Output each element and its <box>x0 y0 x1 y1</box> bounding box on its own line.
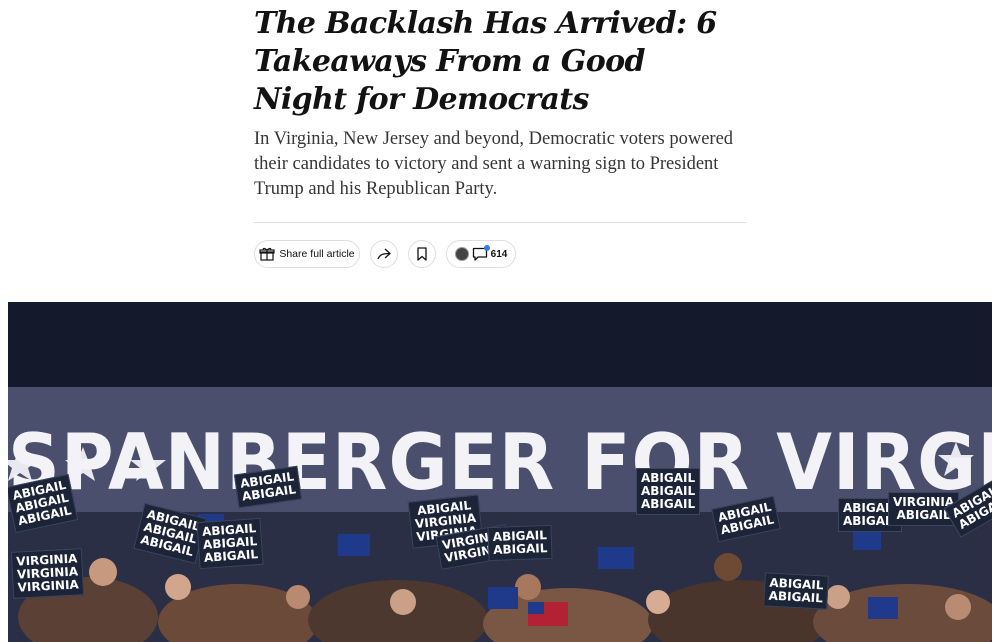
header-divider <box>254 222 746 223</box>
article-summary: In Virginia, New Jersey and beyond, Demo… <box>254 129 734 199</box>
save-bookmark-button[interactable] <box>408 240 436 268</box>
gift-icon <box>259 247 275 261</box>
headline: The Backlash Has Arrived: 6 Takeaways Fr… <box>254 6 717 117</box>
crowd-sign: VIRGINIA VIRGINIA VIRGINIA <box>10 548 85 599</box>
sign-line: ABIGAIL <box>768 588 824 606</box>
commenter-avatar <box>454 247 469 261</box>
banner-text: SPANBERGER FOR VIRGINIA <box>8 416 992 508</box>
sign-line: ABIGAIL <box>203 547 259 565</box>
comments-button[interactable]: 614 <box>446 240 516 268</box>
bookmark-icon <box>417 247 427 261</box>
sign-line: VIRGINIA <box>17 577 80 595</box>
article-header: The Backlash Has Arrived: 6 Takeaways Fr… <box>254 0 746 202</box>
share-full-article-button[interactable]: Share full article <box>254 240 360 268</box>
share-toolbar: Share full article 614 <box>254 240 516 268</box>
share-button[interactable] <box>370 240 398 268</box>
comment-count: 614 <box>490 248 508 260</box>
sign-line: ABIGAIL <box>641 497 696 511</box>
crowd-sign: ABIGAIL ABIGAIL <box>763 572 830 610</box>
share-arrow-icon <box>377 248 391 260</box>
crowd-sign: ABIGAIL ABIGAIL ABIGAIL <box>636 468 701 515</box>
crowd-sign: ABIGAIL ABIGAIL ABIGAIL <box>196 517 264 570</box>
comment-icon-wrap <box>472 245 490 261</box>
sign-line: ABIGAIL <box>492 541 548 557</box>
new-comments-dot <box>483 245 490 251</box>
crowd-sign: ABIGAIL ABIGAIL <box>487 524 553 562</box>
lead-photo: SPANBERGER FOR VIRGINIA ABIGAIL ABIGAIL … <box>8 302 992 642</box>
share-full-article-label: Share full article <box>279 248 355 260</box>
